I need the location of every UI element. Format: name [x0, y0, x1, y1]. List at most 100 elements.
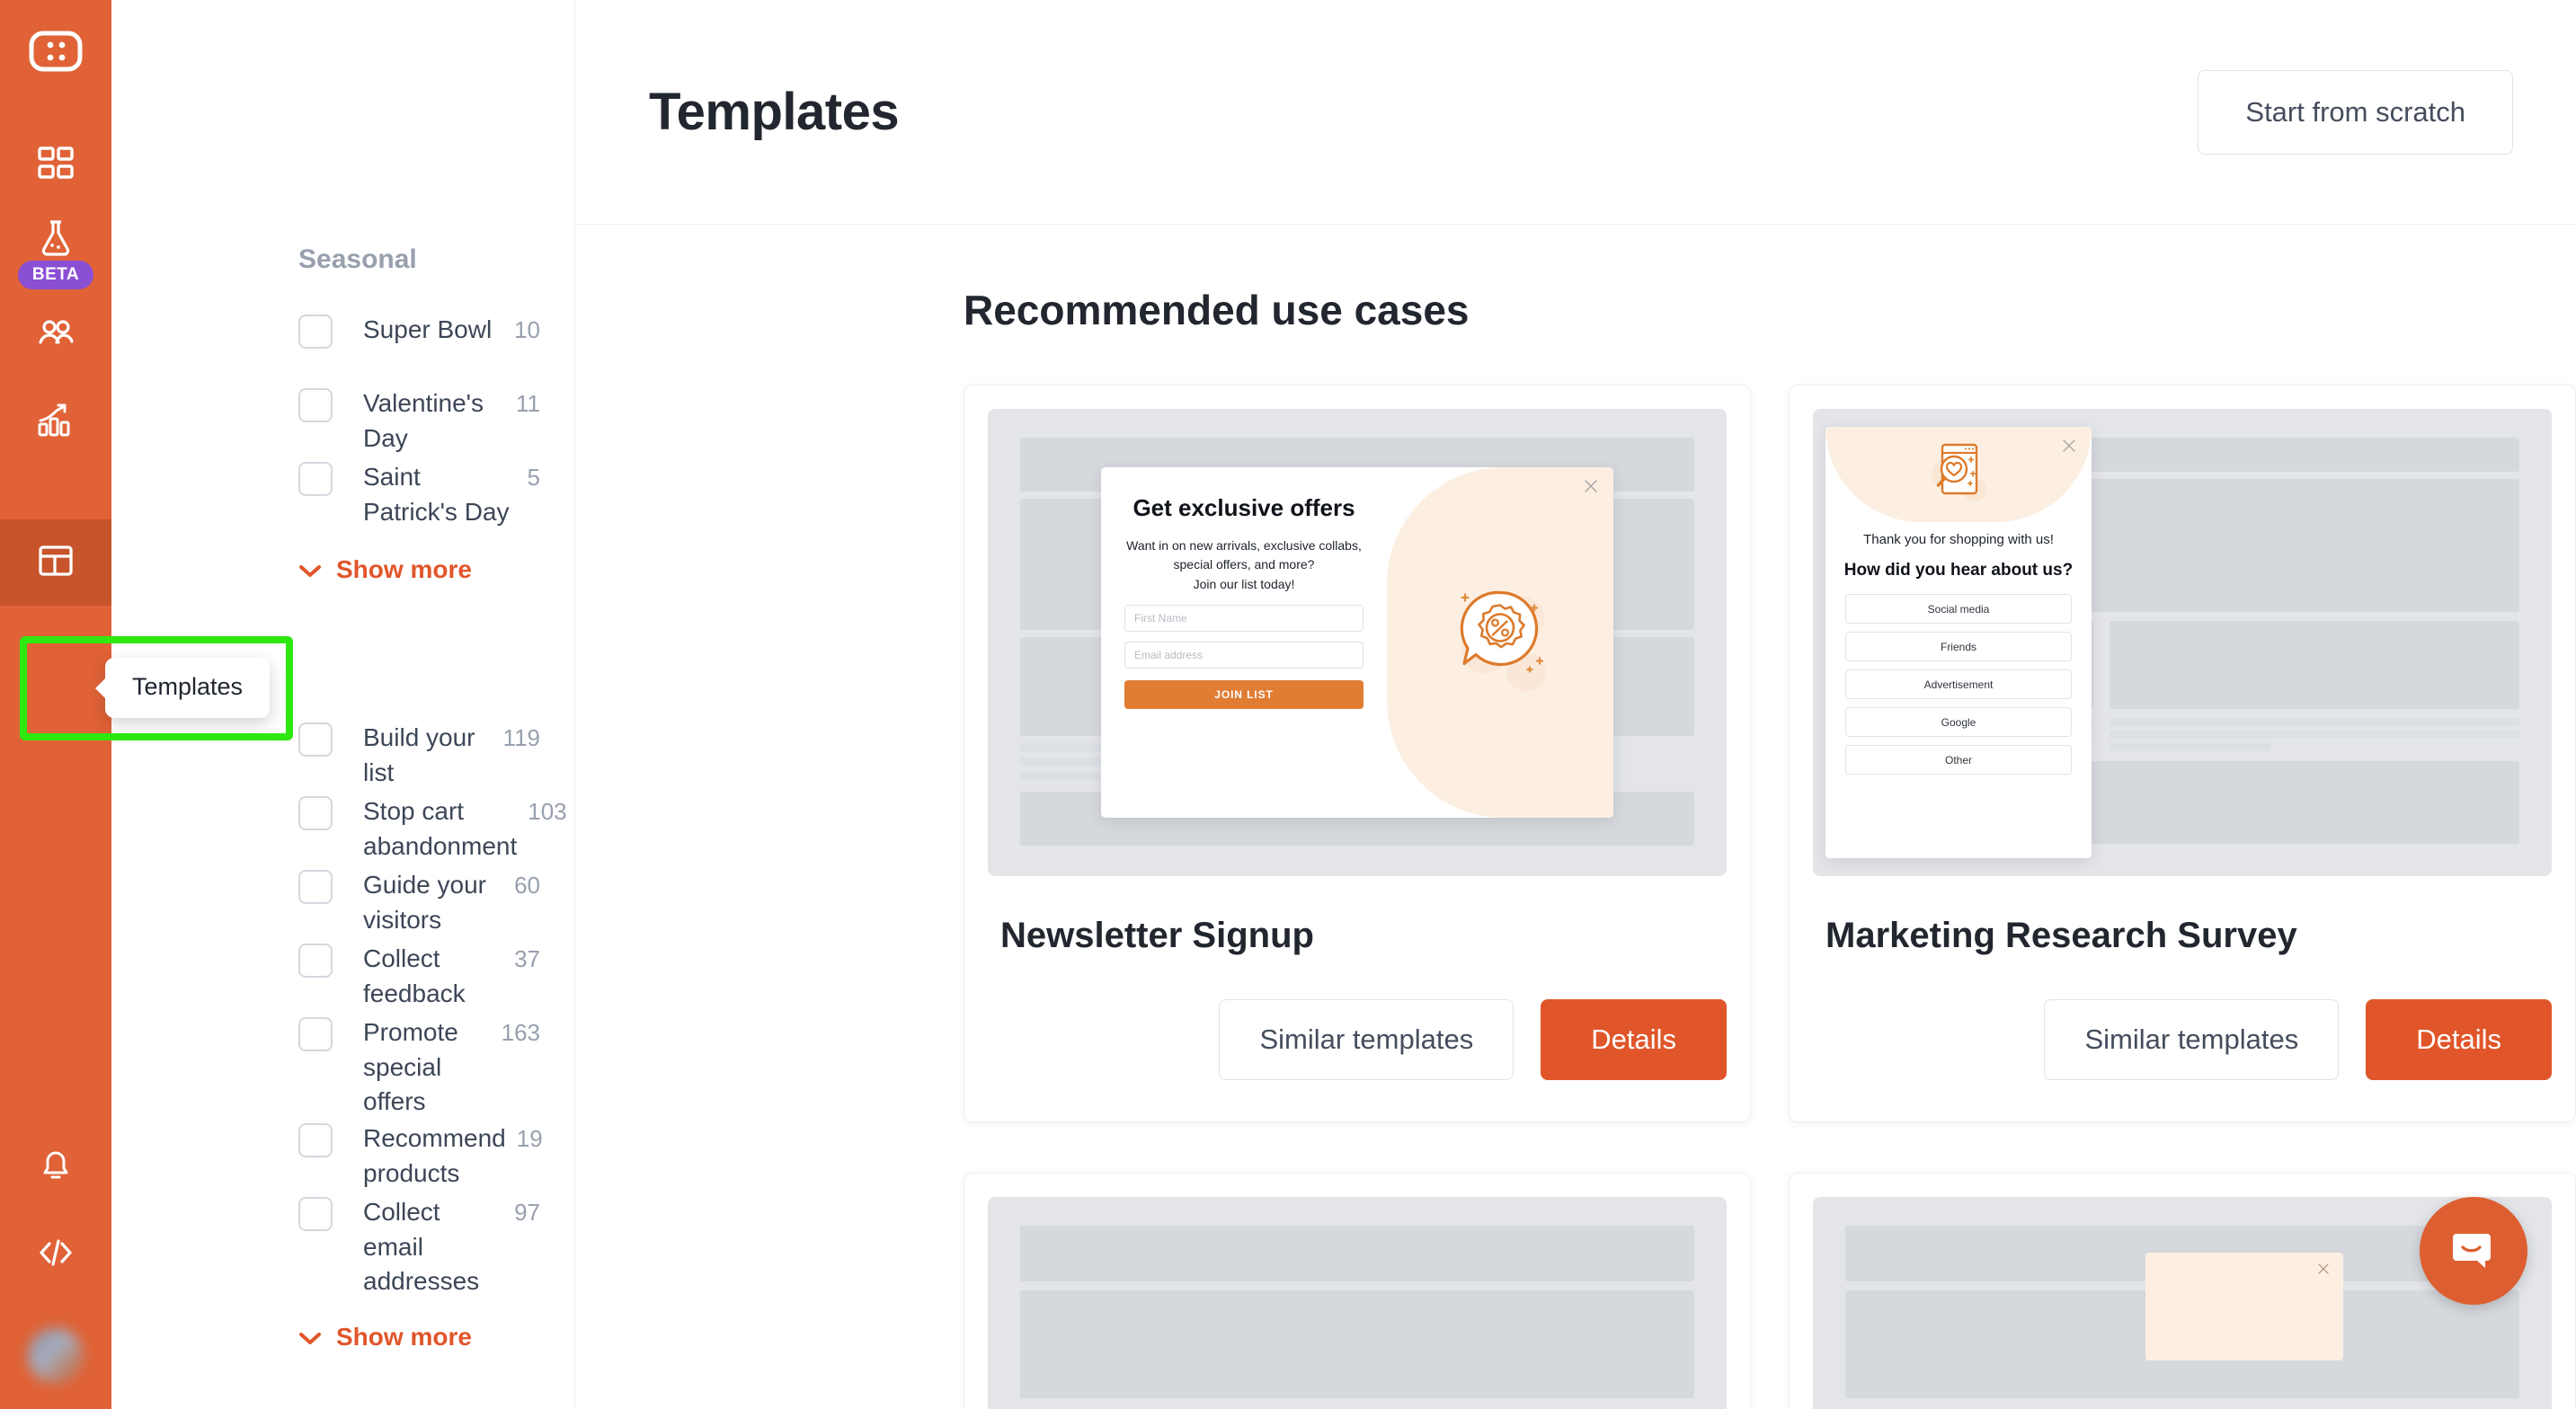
popup-options: Social media Friends Advertisement Googl…	[1825, 581, 2092, 775]
sidebar-item-analytics[interactable]	[0, 379, 111, 465]
filter-count: 11	[516, 390, 540, 417]
show-more-usecases[interactable]: Show more	[111, 1323, 540, 1351]
popup-option: Friends	[1845, 632, 2072, 662]
close-x-icon	[2316, 1262, 2331, 1281]
magnifier-heart-icon	[1921, 438, 1996, 518]
checkbox[interactable]	[298, 462, 333, 496]
template-preview: Get exclusive offers Want in on new arri…	[988, 409, 1727, 876]
card-actions: Similar templates Details	[988, 999, 1727, 1080]
template-card-grid: Get exclusive offers Want in on new arri…	[964, 385, 2576, 1122]
template-card[interactable]	[964, 1173, 1751, 1409]
app-root: BETA Templates Seasonal Super Bowl 10 Va…	[0, 0, 2576, 1409]
people-audience-icon	[34, 313, 77, 360]
filter-count: 10	[514, 316, 540, 343]
filter-count: 163	[501, 1019, 540, 1046]
similar-templates-button[interactable]: Similar templates	[2044, 999, 2340, 1080]
filter-row[interactable]: Guide your visitors 60	[111, 868, 540, 940]
chevron-down-icon	[298, 555, 322, 584]
show-more-seasonal[interactable]: Show more	[111, 555, 540, 584]
filter-label: Saint Patrick's Day	[363, 463, 510, 526]
template-card[interactable]: Get exclusive offers Want in on new arri…	[964, 385, 1751, 1122]
popup-option: Other	[1845, 745, 2072, 775]
filter-row[interactable]: Saint Patrick's Day 5	[111, 460, 540, 532]
filter-label: Build your list	[363, 723, 475, 786]
popup-heading: How did you hear about us?	[1843, 561, 2074, 580]
page-header: Templates Start from scratch	[575, 0, 2576, 225]
popup-left-column: Get exclusive offers Want in on new arri…	[1101, 467, 1387, 818]
filter-row[interactable]: Build your list 119	[111, 721, 540, 793]
section-title: Recommended use cases	[964, 287, 1470, 333]
popup-thanks-text: Thank you for shopping with us!	[1863, 532, 2054, 547]
close-x-icon	[2061, 438, 2077, 457]
templates-layout-icon	[34, 539, 77, 587]
show-more-label: Show more	[336, 1322, 472, 1351]
filter-label: Super Bowl	[363, 315, 493, 343]
filter-label: Guide your visitors	[363, 871, 486, 934]
filter-count: 37	[514, 945, 540, 972]
start-from-scratch-button[interactable]: Start from scratch	[2198, 69, 2513, 155]
checkbox[interactable]	[298, 722, 333, 757]
sidebar-item-code[interactable]	[0, 1211, 111, 1298]
popup-first-name-input: First Name	[1124, 604, 1364, 632]
checkbox[interactable]	[298, 870, 333, 904]
grid-dots-logo-icon[interactable]	[28, 23, 84, 79]
chevron-down-icon	[298, 1323, 322, 1351]
intercom-chat-button[interactable]	[2420, 1197, 2527, 1305]
analytics-chart-icon	[34, 399, 77, 447]
left-nav-rail: BETA	[0, 0, 111, 1409]
filter-row[interactable]: Valentine's Day 11	[111, 386, 540, 458]
filter-label: Recommend products	[363, 1123, 506, 1187]
filter-row[interactable]: Recommend products 19	[111, 1121, 543, 1193]
popup-option: Advertisement	[1845, 669, 2072, 700]
details-button[interactable]: Details	[1541, 999, 1727, 1080]
close-x-icon	[1583, 478, 1599, 498]
page-title: Templates	[649, 83, 900, 141]
card-actions: Similar templates Details	[1813, 999, 2552, 1080]
filter-label: Collect email addresses	[363, 1197, 480, 1296]
filter-row[interactable]: Promote special offers 163	[111, 1015, 540, 1120]
filter-count: 19	[516, 1124, 543, 1152]
template-card[interactable]: Thank you for shopping with us! How did …	[1789, 385, 2576, 1122]
sidebar-item-dashboard[interactable]	[0, 122, 111, 208]
filter-row[interactable]: Collect email addresses 97	[111, 1195, 540, 1299]
checkbox[interactable]	[298, 944, 333, 978]
filter-row[interactable]: Super Bowl 10	[111, 313, 540, 385]
checkbox[interactable]	[298, 388, 333, 422]
checkbox[interactable]	[298, 796, 333, 830]
filter-count: 60	[514, 872, 540, 899]
dashboard-grid-icon	[35, 143, 76, 189]
rail-bottom-items	[0, 1125, 111, 1409]
popup-email-input: Email address	[1124, 641, 1364, 669]
checkbox[interactable]	[298, 1122, 333, 1157]
filter-label: Promote special offers	[363, 1018, 458, 1116]
popup-option: Social media	[1845, 594, 2072, 625]
checkbox[interactable]	[298, 315, 333, 349]
card-title: Marketing Research Survey	[1825, 916, 2297, 955]
card-title: Newsletter Signup	[1000, 916, 1314, 955]
popup-art-panel	[1825, 427, 2092, 522]
sidebar-item-audience[interactable]	[0, 293, 111, 379]
checkbox[interactable]	[298, 1196, 333, 1231]
preview-popup: Get exclusive offers Want in on new arri…	[1101, 467, 1613, 818]
sidebar-item-notifications[interactable]	[0, 1125, 111, 1211]
bell-notification-icon	[36, 1147, 76, 1191]
popup-option: Google	[1845, 707, 2072, 738]
details-button[interactable]: Details	[2366, 999, 2552, 1080]
show-more-label: Show more	[336, 555, 472, 583]
filter-count: 5	[527, 464, 540, 491]
filter-row[interactable]: Stop cart abandonment 103	[111, 794, 567, 866]
user-avatar[interactable]	[28, 1328, 84, 1384]
popup-join-list-button: JOIN LIST	[1124, 679, 1364, 709]
popup-heading: Get exclusive offers	[1133, 494, 1355, 521]
filter-row[interactable]: Collect feedback 37	[111, 942, 540, 1014]
sidebar-item-templates[interactable]	[0, 519, 111, 606]
tooltip-templates: Templates	[105, 658, 271, 718]
similar-templates-button[interactable]: Similar templates	[1219, 999, 1515, 1080]
template-card-grid-next-row	[964, 1173, 2576, 1409]
checkbox[interactable]	[298, 1017, 333, 1051]
sidebar-item-experiments[interactable]	[0, 208, 111, 271]
filter-label: Valentine's Day	[363, 389, 484, 452]
rail-items: BETA	[0, 122, 111, 606]
main-content: Templates Start from scratch Recommended…	[575, 0, 2576, 1409]
template-preview	[988, 1197, 1727, 1409]
